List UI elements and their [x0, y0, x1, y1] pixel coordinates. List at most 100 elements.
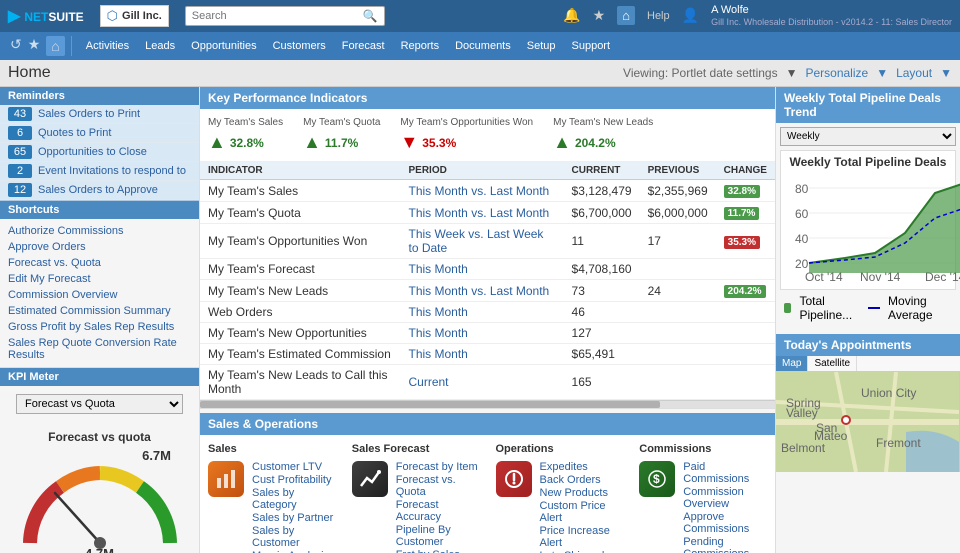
kpi-summary-label-0: My Team's Sales — [208, 117, 283, 128]
home-nav-icon[interactable]: ⌂ — [46, 36, 64, 56]
kpi-row-period-4[interactable]: This Month vs. Last Month — [401, 280, 564, 302]
reminder-item-3[interactable]: 2 Event Invitations to respond to — [0, 162, 199, 181]
nav-reports[interactable]: Reports — [393, 32, 448, 60]
pipeline-chart: Weekly Total Pipeline Deals 80 60 40 20 — [780, 150, 956, 290]
svg-text:Nov '14: Nov '14 — [860, 270, 901, 283]
help-label[interactable]: Help — [647, 10, 670, 22]
favorites-icon[interactable]: ★ — [28, 36, 41, 56]
kpi-row-period-7[interactable]: This Month — [401, 344, 564, 365]
sales-ops-icon[interactable] — [208, 461, 244, 497]
reminder-item-1[interactable]: 6 Quotes to Print — [0, 124, 199, 143]
layout-btn[interactable]: Layout — [896, 66, 932, 80]
ops-link-ops-1[interactable]: Back Orders — [540, 474, 624, 486]
ops-link-forecast-0[interactable]: Forecast by Item — [396, 461, 480, 473]
company-logo[interactable]: ⬡ Gill Inc. — [100, 5, 169, 27]
nav-customers[interactable]: Customers — [265, 32, 334, 60]
nav-support[interactable]: Support — [564, 32, 619, 60]
nav-forecast[interactable]: Forecast — [334, 32, 393, 60]
ops-link-sales-0[interactable]: Customer LTV — [252, 461, 336, 473]
ops-link-ops-4[interactable]: Price Increase Alert — [540, 525, 624, 549]
reminder-count-0: 43 — [8, 107, 32, 121]
nav-setup[interactable]: Setup — [519, 32, 564, 60]
ops-link-sales-4[interactable]: Sales by Customer — [252, 525, 336, 549]
kpi-row-period-0[interactable]: This Month vs. Last Month — [401, 180, 564, 202]
ops-link-ops-2[interactable]: New Products — [540, 487, 624, 499]
ops-link-comm-0[interactable]: Paid Commissions — [683, 461, 767, 485]
ops-link-sales-3[interactable]: Sales by Partner — [252, 512, 336, 524]
refresh-icon[interactable]: ↺ — [10, 36, 22, 56]
kpi-row-period-2[interactable]: This Week vs. Last Week to Date — [401, 224, 564, 259]
ops-link-comm-1[interactable]: Commission Overview — [683, 486, 767, 510]
reminder-item-2[interactable]: 65 Opportunities to Close — [0, 143, 199, 162]
map-tab-map[interactable]: Map — [776, 356, 808, 371]
search-box[interactable]: 🔍 — [185, 6, 385, 26]
page-title: Home — [8, 64, 51, 82]
table-row[interactable]: My Team's New Leads to Call this Month C… — [200, 365, 775, 400]
shortcut-5[interactable]: Estimated Commission Summary — [0, 303, 199, 319]
reminder-item-0[interactable]: 43 Sales Orders to Print — [0, 105, 199, 124]
kpi-table-scrollbar[interactable] — [200, 400, 775, 408]
change-badge-0: 32.8% — [724, 185, 760, 198]
shortcut-2[interactable]: Forecast vs. Quota — [0, 255, 199, 271]
ops-link-ops-3[interactable]: Custom Price Alert — [540, 500, 624, 524]
ops-link-sales-2[interactable]: Sales by Category — [252, 487, 336, 511]
ops-link-ops-0[interactable]: Expedites — [540, 461, 624, 473]
ops-link-forecast-2[interactable]: Forecast Accuracy — [396, 499, 480, 523]
home-icon[interactable]: ⌂ — [617, 6, 635, 25]
table-row[interactable]: My Team's Opportunities Won This Week vs… — [200, 224, 775, 259]
kpi-meter-select[interactable]: Forecast vs Quota Sales vs Quota — [16, 394, 183, 414]
kpi-row-period-8[interactable]: Current — [401, 365, 564, 400]
table-row[interactable]: My Team's New Leads This Month vs. Last … — [200, 280, 775, 302]
shortcut-3[interactable]: Edit My Forecast — [0, 271, 199, 287]
kpi-row-period-6[interactable]: This Month — [401, 323, 564, 344]
table-row[interactable]: My Team's Forecast This Month $4,708,160 — [200, 259, 775, 280]
kpi-table: INDICATOR PERIOD CURRENT PREVIOUS CHANGE… — [200, 162, 775, 400]
nav-items: Activities Leads Opportunities Customers… — [78, 32, 618, 60]
table-row[interactable]: Web Orders This Month 46 — [200, 302, 775, 323]
ops-link-forecast-4[interactable]: Frct by Sales — [396, 549, 480, 553]
viewing-text[interactable]: Viewing: Portlet date settings — [623, 66, 778, 80]
reminder-count-3: 2 — [8, 164, 32, 178]
table-row[interactable]: My Team's New Opportunities This Month 1… — [200, 323, 775, 344]
ops-link-forecast-3[interactable]: Pipeline By Customer — [396, 524, 480, 548]
change-badge-2: 35.3% — [724, 236, 760, 249]
table-row[interactable]: My Team's Quota This Month vs. Last Mont… — [200, 202, 775, 224]
ops-link-sales-1[interactable]: Cust Profitability — [252, 474, 336, 486]
personalize-btn[interactable]: Personalize — [805, 66, 868, 80]
nav-bar: ↺ ★ ⌂ Activities Leads Opportunities Cus… — [0, 32, 960, 60]
shortcut-0[interactable]: Authorize Commissions — [0, 223, 199, 239]
reminder-label-2: Opportunities to Close — [38, 146, 147, 158]
search-input[interactable] — [192, 10, 363, 22]
kpi-th-period: PERIOD — [401, 162, 564, 180]
kpi-th-indicator: INDICATOR — [200, 162, 401, 180]
notifications-icon[interactable]: 🔔 — [563, 7, 580, 24]
ops-link-comm-2[interactable]: Approve Commissions — [683, 511, 767, 535]
ops-link-forecast-1[interactable]: Forecast vs. Quota — [396, 474, 480, 498]
kpi-row-period-3[interactable]: This Month — [401, 259, 564, 280]
kpi-row-period-5[interactable]: This Month — [401, 302, 564, 323]
kpi-row-previous-1: $6,000,000 — [640, 202, 716, 224]
svg-text:20: 20 — [795, 257, 809, 271]
table-row[interactable]: My Team's Estimated Commission This Mont… — [200, 344, 775, 365]
nav-opportunities[interactable]: Opportunities — [183, 32, 264, 60]
nav-activities[interactable]: Activities — [78, 32, 137, 60]
kpi-row-current-5: 46 — [564, 302, 640, 323]
reminder-item-4[interactable]: 12 Sales Orders to Approve — [0, 181, 199, 200]
operations-ops-icon[interactable] — [496, 461, 532, 497]
ops-link-comm-3[interactable]: Pending Commissions — [683, 536, 767, 553]
pipeline-period-select[interactable]: Weekly Monthly — [780, 127, 956, 146]
nav-leads[interactable]: Leads — [137, 32, 183, 60]
star-icon[interactable]: ★ — [593, 7, 606, 24]
shortcut-6[interactable]: Gross Profit by Sales Rep Results — [0, 319, 199, 335]
shortcut-7[interactable]: Sales Rep Quote Conversion Rate Results — [0, 335, 199, 363]
shortcut-4[interactable]: Commission Overview — [0, 287, 199, 303]
commissions-ops-icon[interactable]: $ — [639, 461, 675, 497]
kpi-row-period-1[interactable]: This Month vs. Last Month — [401, 202, 564, 224]
shortcut-1[interactable]: Approve Orders — [0, 239, 199, 255]
nav-documents[interactable]: Documents — [447, 32, 519, 60]
kpi-summary-label-1: My Team's Quota — [303, 117, 380, 128]
map-tab-satellite[interactable]: Satellite — [808, 356, 857, 371]
forecast-ops-icon[interactable] — [352, 461, 388, 497]
ops-col-operations: Operations Expedites Back Orders New Pro… — [496, 443, 624, 553]
table-row[interactable]: My Team's Sales This Month vs. Last Mont… — [200, 180, 775, 202]
